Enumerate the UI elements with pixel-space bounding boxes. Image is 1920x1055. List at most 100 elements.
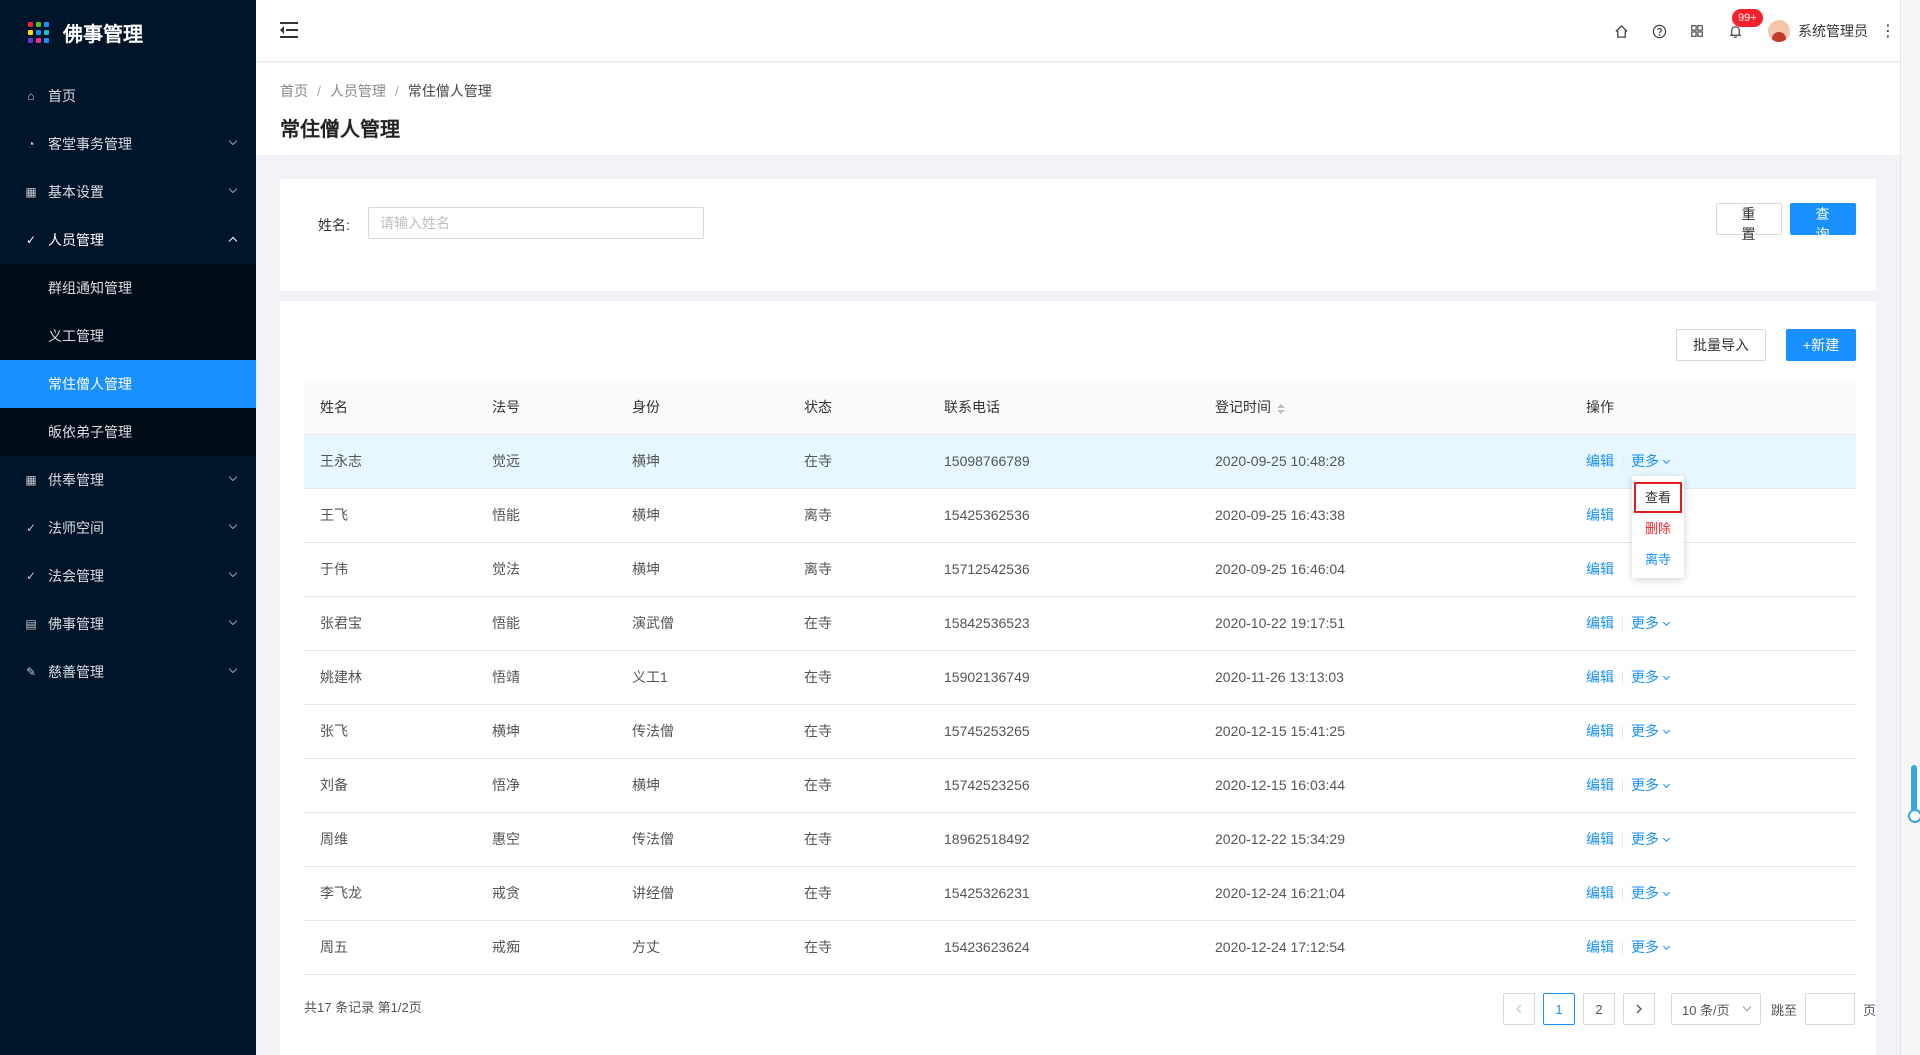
sidebar-item-label: 首页 [48,88,76,104]
query-button[interactable]: 查 询 [1790,203,1856,242]
column-header-register-time[interactable]: 登记时间 [1199,381,1570,435]
sidebar-item-dharma-assembly[interactable]: ✓ 法会管理 [0,552,256,600]
batch-import-button[interactable]: 批量导入 [1676,329,1766,361]
scrollbar-thumb[interactable] [1908,765,1920,823]
next-page-button[interactable] [1622,993,1655,1025]
column-header-status: 状态 [788,381,928,435]
breadcrumb-personnel[interactable]: 人员管理 [330,83,386,99]
cell-phone: 15423623624 [928,920,1199,975]
edit-link[interactable]: 编辑 [1586,831,1614,847]
column-header-identity: 身份 [616,381,788,435]
delete-menu-item[interactable]: 删除 [1632,513,1684,544]
more-actions-link[interactable]: 更多 [1631,885,1671,901]
more-label: 更多 [1631,615,1659,631]
edit-link[interactable]: 编辑 [1586,885,1614,901]
page-scrollbar[interactable] [1900,0,1920,1055]
more-actions-link[interactable]: 更多 [1631,453,1671,469]
sort-icon[interactable] [1277,403,1285,414]
cell-name: 王永志 [304,434,476,489]
cell-identity: 演武僧 [616,596,788,651]
sidebar-item-offerings[interactable]: ▦ 供奉管理 [0,456,256,504]
cell-actions: 编辑 [1570,542,1856,597]
page-2-button[interactable]: 2 [1582,993,1615,1025]
cell-name: 姚建林 [304,650,476,705]
cell-actions: 编辑 更多 [1570,650,1856,705]
breadcrumb-current: 常住僧人管理 [407,83,492,99]
more-actions-link[interactable]: 更多 [1631,723,1671,739]
table-row[interactable]: 李飞龙 戒贪 讲经僧 在寺 15425326231 2020-12-24 16:21:04… [304,866,1856,921]
action-divider [1622,725,1623,740]
more-actions-link[interactable]: 更多 [1631,939,1671,955]
jump-label: 跳至 [1770,1002,1797,1018]
page-size-select[interactable]: 10 条/页 [1670,993,1761,1025]
table-row[interactable]: 于伟 觉法 横坤 离寺 15712542536 2020-09-25 16:46:04 编辑 [304,542,1856,597]
sidebar-item-personnel[interactable]: ✓ 人员管理 [0,216,256,264]
cell-identity: 传法僧 [616,812,788,867]
breadcrumb-home[interactable]: 首页 [280,83,308,99]
chevron-down-icon [228,184,238,194]
jump-page-input[interactable] [1804,993,1855,1025]
table-row[interactable]: 王永志 觉远 横坤 在寺 15098766789 2020-09-25 10:48:28 编… [304,434,1856,489]
more-actions-link[interactable]: 更多 [1631,777,1671,793]
home-icon[interactable] [1602,0,1640,62]
sidebar-item-guest-affairs[interactable]: ◔ 客堂事务管理 [0,120,256,168]
sidebar-item-label: 佛事管理 [48,616,104,632]
edit-link[interactable]: 编辑 [1586,669,1614,685]
menu-fold-icon[interactable] [280,22,298,38]
edit-link[interactable]: 编辑 [1586,507,1614,523]
edit-link[interactable]: 编辑 [1586,561,1614,577]
action-divider [1622,887,1623,902]
sidebar-item-buddhist-affairs[interactable]: ▤ 佛事管理 [0,600,256,648]
table-row[interactable]: 周五 戒痴 方丈 在寺 15423623624 2020-12-24 17:12:54 编辑… [304,920,1856,975]
sidebar-item-group-notice[interactable]: 群组通知管理 [0,264,256,312]
more-vertical-icon[interactable]: ⋮ [1880,21,1896,41]
bell-icon[interactable]: 99+ [1716,0,1763,62]
sidebar-item-disciples[interactable]: 皈依弟子管理 [0,408,256,456]
sidebar-item-master-space[interactable]: ✓ 法师空间 [0,504,256,552]
table-row[interactable]: 周维 惠空 传法僧 在寺 18962518492 2020-12-22 15:34:29 编… [304,812,1856,867]
table-row[interactable]: 刘备 悟净 横坤 在寺 15742523256 2020-12-15 16:03:44 编辑… [304,758,1856,813]
cell-status: 在寺 [788,812,928,867]
table-row[interactable]: 姚建林 悟靖 义工1 在寺 15902136749 2020-11-26 13:13:03… [304,650,1856,705]
leave-temple-menu-item[interactable]: 离寺 [1632,544,1684,575]
page-1-button[interactable]: 1 [1542,993,1575,1025]
edit-link[interactable]: 编辑 [1586,723,1614,739]
more-actions-link[interactable]: 更多 [1631,615,1671,631]
sidebar-item-charity[interactable]: ✎ 慈善管理 [0,648,256,696]
cell-identity: 横坤 [616,542,788,597]
edit-link[interactable]: 编辑 [1586,615,1614,631]
question-icon[interactable] [1640,0,1678,62]
cell-register-time: 2020-12-24 17:12:54 [1199,920,1570,975]
sidebar-item-basic-settings[interactable]: ▦ 基本设置 [0,168,256,216]
edit-link[interactable]: 编辑 [1586,939,1614,955]
check-circle-icon: ✓ [25,569,37,583]
view-menu-item[interactable]: 查看 [1634,482,1682,513]
table-row[interactable]: 王飞 悟能 横坤 离寺 15425362536 2020-09-25 16:43:38 编辑 [304,488,1856,543]
table-row[interactable]: 张飞 横坤 传法僧 在寺 15745253265 2020-12-15 15:41:25 编… [304,704,1856,759]
table-row[interactable]: 张君宝 悟能 演武僧 在寺 15842536523 2020-10-22 19:17:51… [304,596,1856,651]
monks-table: 姓名 法号 身份 状态 联系电话 登记时间 操作 王永志 觉远 横坤 在寺 150987… [304,381,1856,975]
appstore-icon[interactable] [1678,0,1716,62]
user-name[interactable]: 系统管理员 [1798,21,1868,41]
edit-link[interactable]: 编辑 [1586,777,1614,793]
avatar[interactable] [1768,20,1790,42]
name-search-input[interactable] [368,207,704,239]
edit-link[interactable]: 编辑 [1586,453,1614,469]
search-panel: 姓名: 重 置 查 询 [280,179,1876,291]
cell-actions: 编辑 [1570,488,1856,543]
sidebar-submenu-personnel: 群组通知管理 义工管理 常住僧人管理 皈依弟子管理 [0,264,256,456]
more-actions-link[interactable]: 更多 [1631,669,1671,685]
cell-phone: 15745253265 [928,704,1199,759]
logo[interactable]: 佛事管理 [0,0,256,64]
cell-dharma-name: 悟能 [476,596,616,651]
prev-page-button[interactable] [1502,993,1535,1025]
sidebar-item-home[interactable]: ⌂ 首页 [0,72,256,120]
sidebar-item-resident-monks[interactable]: 常住僧人管理 [0,360,256,408]
reset-button[interactable]: 重 置 [1716,203,1782,242]
more-label: 更多 [1631,885,1659,901]
create-button[interactable]: +新建 [1786,329,1856,361]
more-actions-link[interactable]: 更多 [1631,831,1671,847]
cell-actions: 编辑 更多 [1570,920,1856,975]
sidebar-item-volunteers[interactable]: 义工管理 [0,312,256,360]
cell-register-time: 2020-09-25 10:48:28 [1199,434,1570,489]
